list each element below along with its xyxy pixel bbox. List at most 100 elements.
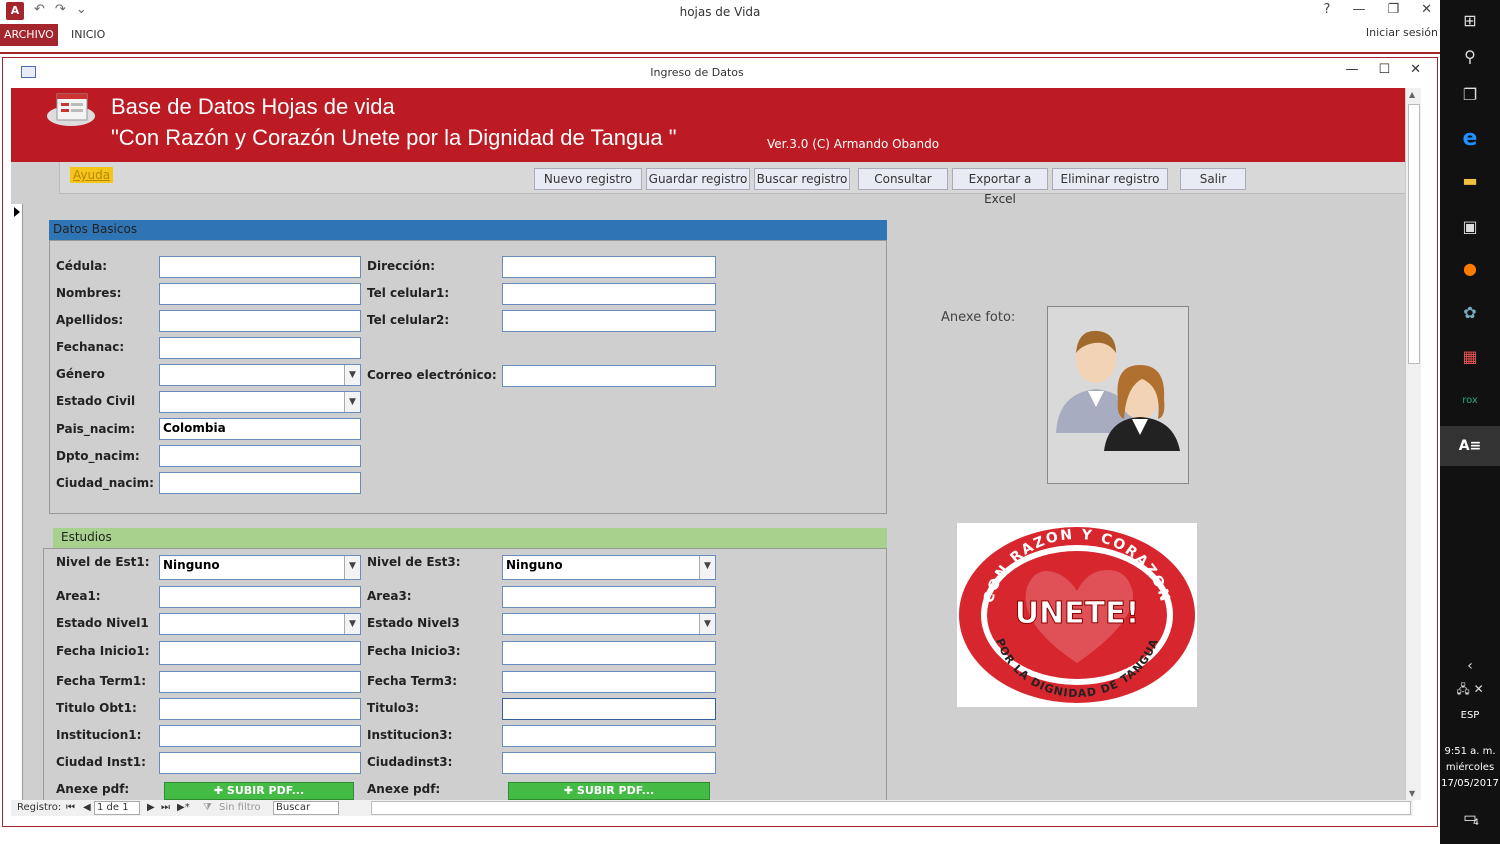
filter-icon[interactable]: ⧩ — [203, 802, 212, 813]
scrollbar-thumb[interactable] — [1408, 104, 1420, 364]
firefox-icon[interactable]: ● — [1440, 248, 1500, 288]
app-icon[interactable]: ✿ — [1440, 292, 1500, 332]
titulo3-field[interactable] — [502, 698, 716, 720]
estado-nivel3-select[interactable]: ▼ — [502, 613, 716, 635]
ciudadinst3-field[interactable] — [502, 752, 716, 774]
institucion3-field[interactable] — [502, 725, 716, 747]
close-button[interactable]: ✕ — [1421, 2, 1432, 17]
last-record-icon[interactable]: ⏭ — [161, 802, 170, 813]
access-taskbar-icon[interactable]: A≡ — [1440, 426, 1500, 466]
cedula-label: Cédula: — [56, 259, 108, 273]
ciudad-inst1-field[interactable] — [159, 752, 361, 774]
windows-taskbar: ⊞ ⚲ ❐ e ▬ ▣ ● ✿ ▦ rox A≡ ‹ 🖧 ✕ ESP 9:51 … — [1440, 0, 1500, 844]
tel-celular2-field[interactable] — [502, 310, 716, 332]
apellidos-field[interactable] — [159, 310, 361, 332]
dpto-nacim-field[interactable] — [159, 445, 361, 467]
help-icon[interactable]: ? — [1324, 2, 1331, 17]
task-view-icon[interactable]: ❐ — [1440, 74, 1500, 114]
form-canvas: Base de Datos Hojas de vida "Con Razón y… — [11, 88, 1413, 800]
form-restore-button[interactable]: ☐ — [1378, 62, 1390, 77]
nivel-est3-select[interactable]: Ninguno ▼ — [502, 555, 716, 580]
scroll-down-icon[interactable]: ▼ — [1409, 789, 1415, 798]
scroll-up-icon[interactable]: ▲ — [1409, 90, 1415, 99]
area1-field[interactable] — [159, 586, 361, 608]
fecha-term3-field[interactable] — [502, 671, 716, 693]
nombres-field[interactable] — [159, 283, 361, 305]
search-input[interactable]: Buscar — [273, 801, 339, 815]
tab-inicio[interactable]: INICIO — [71, 28, 105, 41]
chevron-down-icon[interactable]: ▼ — [344, 614, 360, 634]
institucion1-field[interactable] — [159, 725, 361, 747]
form-minimize-button[interactable]: — — [1345, 62, 1358, 77]
correo-field[interactable] — [502, 365, 716, 387]
estudios-section: Nivel de Est1: Ninguno ▼ Area1: Estado Ni… — [43, 548, 887, 800]
export-excel-button[interactable]: Exportar a Excel — [952, 168, 1048, 206]
estado-civil-select[interactable]: ▼ — [159, 391, 361, 413]
chevron-down-icon[interactable]: ▼ — [699, 556, 715, 579]
new-record-nav-icon[interactable]: ▶* — [177, 802, 190, 813]
first-record-icon[interactable]: ⏮ — [66, 802, 75, 813]
edge-icon[interactable]: e — [1440, 118, 1500, 158]
fecha-term1-label: Fecha Term1: — [56, 674, 147, 688]
estado-nivel1-select[interactable]: ▼ — [159, 613, 361, 635]
genero-select[interactable]: ▼ — [159, 364, 361, 386]
photo-frame[interactable] — [1047, 306, 1189, 484]
upload-pdf3-button[interactable]: ✚ SUBIR PDF... — [508, 782, 710, 800]
upload-pdf1-button[interactable]: ✚ SUBIR PDF... — [164, 782, 354, 800]
store-icon[interactable]: ▣ — [1440, 206, 1500, 246]
chevron-down-icon[interactable]: ▼ — [344, 556, 360, 579]
fechanac-field[interactable] — [159, 337, 361, 359]
area3-field[interactable] — [502, 586, 716, 608]
next-record-icon[interactable]: ▶ — [147, 802, 155, 813]
clock-day[interactable]: miércoles — [1440, 762, 1500, 773]
tel-celular1-field[interactable] — [502, 283, 716, 305]
roxio-icon[interactable]: rox — [1440, 380, 1500, 420]
fecha-term1-field[interactable] — [159, 671, 361, 693]
delete-record-button[interactable]: Eliminar registro — [1052, 168, 1168, 190]
network-volume-icon[interactable]: 🖧 ✕ — [1440, 670, 1500, 710]
nombres-label: Nombres: — [56, 286, 122, 300]
record-selector[interactable] — [11, 204, 23, 800]
chevron-down-icon[interactable]: ▼ — [699, 614, 715, 634]
minimize-button[interactable]: — — [1352, 2, 1365, 17]
nivel-est3-label: Nivel de Est3: — [367, 555, 461, 569]
horizontal-scrollbar[interactable] — [371, 801, 1411, 815]
clock-time[interactable]: 9:51 a. m. — [1440, 746, 1500, 757]
file-explorer-icon[interactable]: ▬ — [1440, 160, 1500, 200]
prev-record-icon[interactable]: ◀ — [83, 802, 91, 813]
direccion-field[interactable] — [502, 256, 716, 278]
titulo-obt1-label: Titulo Obt1: — [56, 701, 137, 715]
help-link[interactable]: Ayuda — [70, 167, 114, 183]
nivel-est3-value: Ninguno — [506, 558, 563, 572]
consult-button[interactable]: Consultar — [858, 168, 948, 190]
pais-nacim-field[interactable]: Colombia — [159, 418, 361, 440]
restore-button[interactable]: ❐ — [1387, 2, 1399, 17]
estudios-heading: Estudios — [53, 528, 887, 548]
chevron-down-icon[interactable]: ▼ — [344, 392, 360, 412]
signin-link[interactable]: Iniciar sesión — [1366, 26, 1438, 39]
fecha-inicio3-field[interactable] — [502, 641, 716, 665]
save-record-button[interactable]: Guardar registro — [646, 168, 750, 190]
ciudad-nacim-field[interactable] — [159, 472, 361, 494]
fecha-inicio1-field[interactable] — [159, 641, 361, 665]
fecha-term3-label: Fecha Term3: — [367, 674, 458, 688]
titulo-obt1-field[interactable] — [159, 698, 361, 720]
chevron-down-icon[interactable]: ▼ — [344, 365, 360, 385]
language-indicator[interactable]: ESP — [1440, 710, 1500, 721]
filter-status[interactable]: Sin filtro — [219, 802, 261, 813]
calendar-app-icon[interactable]: ▦ — [1440, 336, 1500, 376]
clock-date[interactable]: 17/05/2017 — [1440, 778, 1500, 789]
start-icon[interactable]: ⊞ — [1440, 0, 1500, 40]
vertical-scrollbar[interactable]: ▲ ▼ — [1405, 88, 1421, 800]
tab-archivo[interactable]: ARCHIVO — [0, 24, 58, 46]
search-icon[interactable]: ⚲ — [1440, 36, 1500, 76]
record-label: Registro: — [17, 802, 62, 813]
form-header: Base de Datos Hojas de vida "Con Razón y… — [11, 88, 1413, 162]
cedula-field[interactable] — [159, 256, 361, 278]
exit-button[interactable]: Salir — [1180, 168, 1246, 190]
search-record-button[interactable]: Buscar registro — [754, 168, 850, 190]
nivel-est1-select[interactable]: Ninguno ▼ — [159, 555, 361, 580]
form-close-button[interactable]: ✕ — [1410, 62, 1421, 77]
record-position-field[interactable]: 1 de 1 — [94, 801, 140, 815]
new-record-button[interactable]: Nuevo registro — [534, 168, 642, 190]
